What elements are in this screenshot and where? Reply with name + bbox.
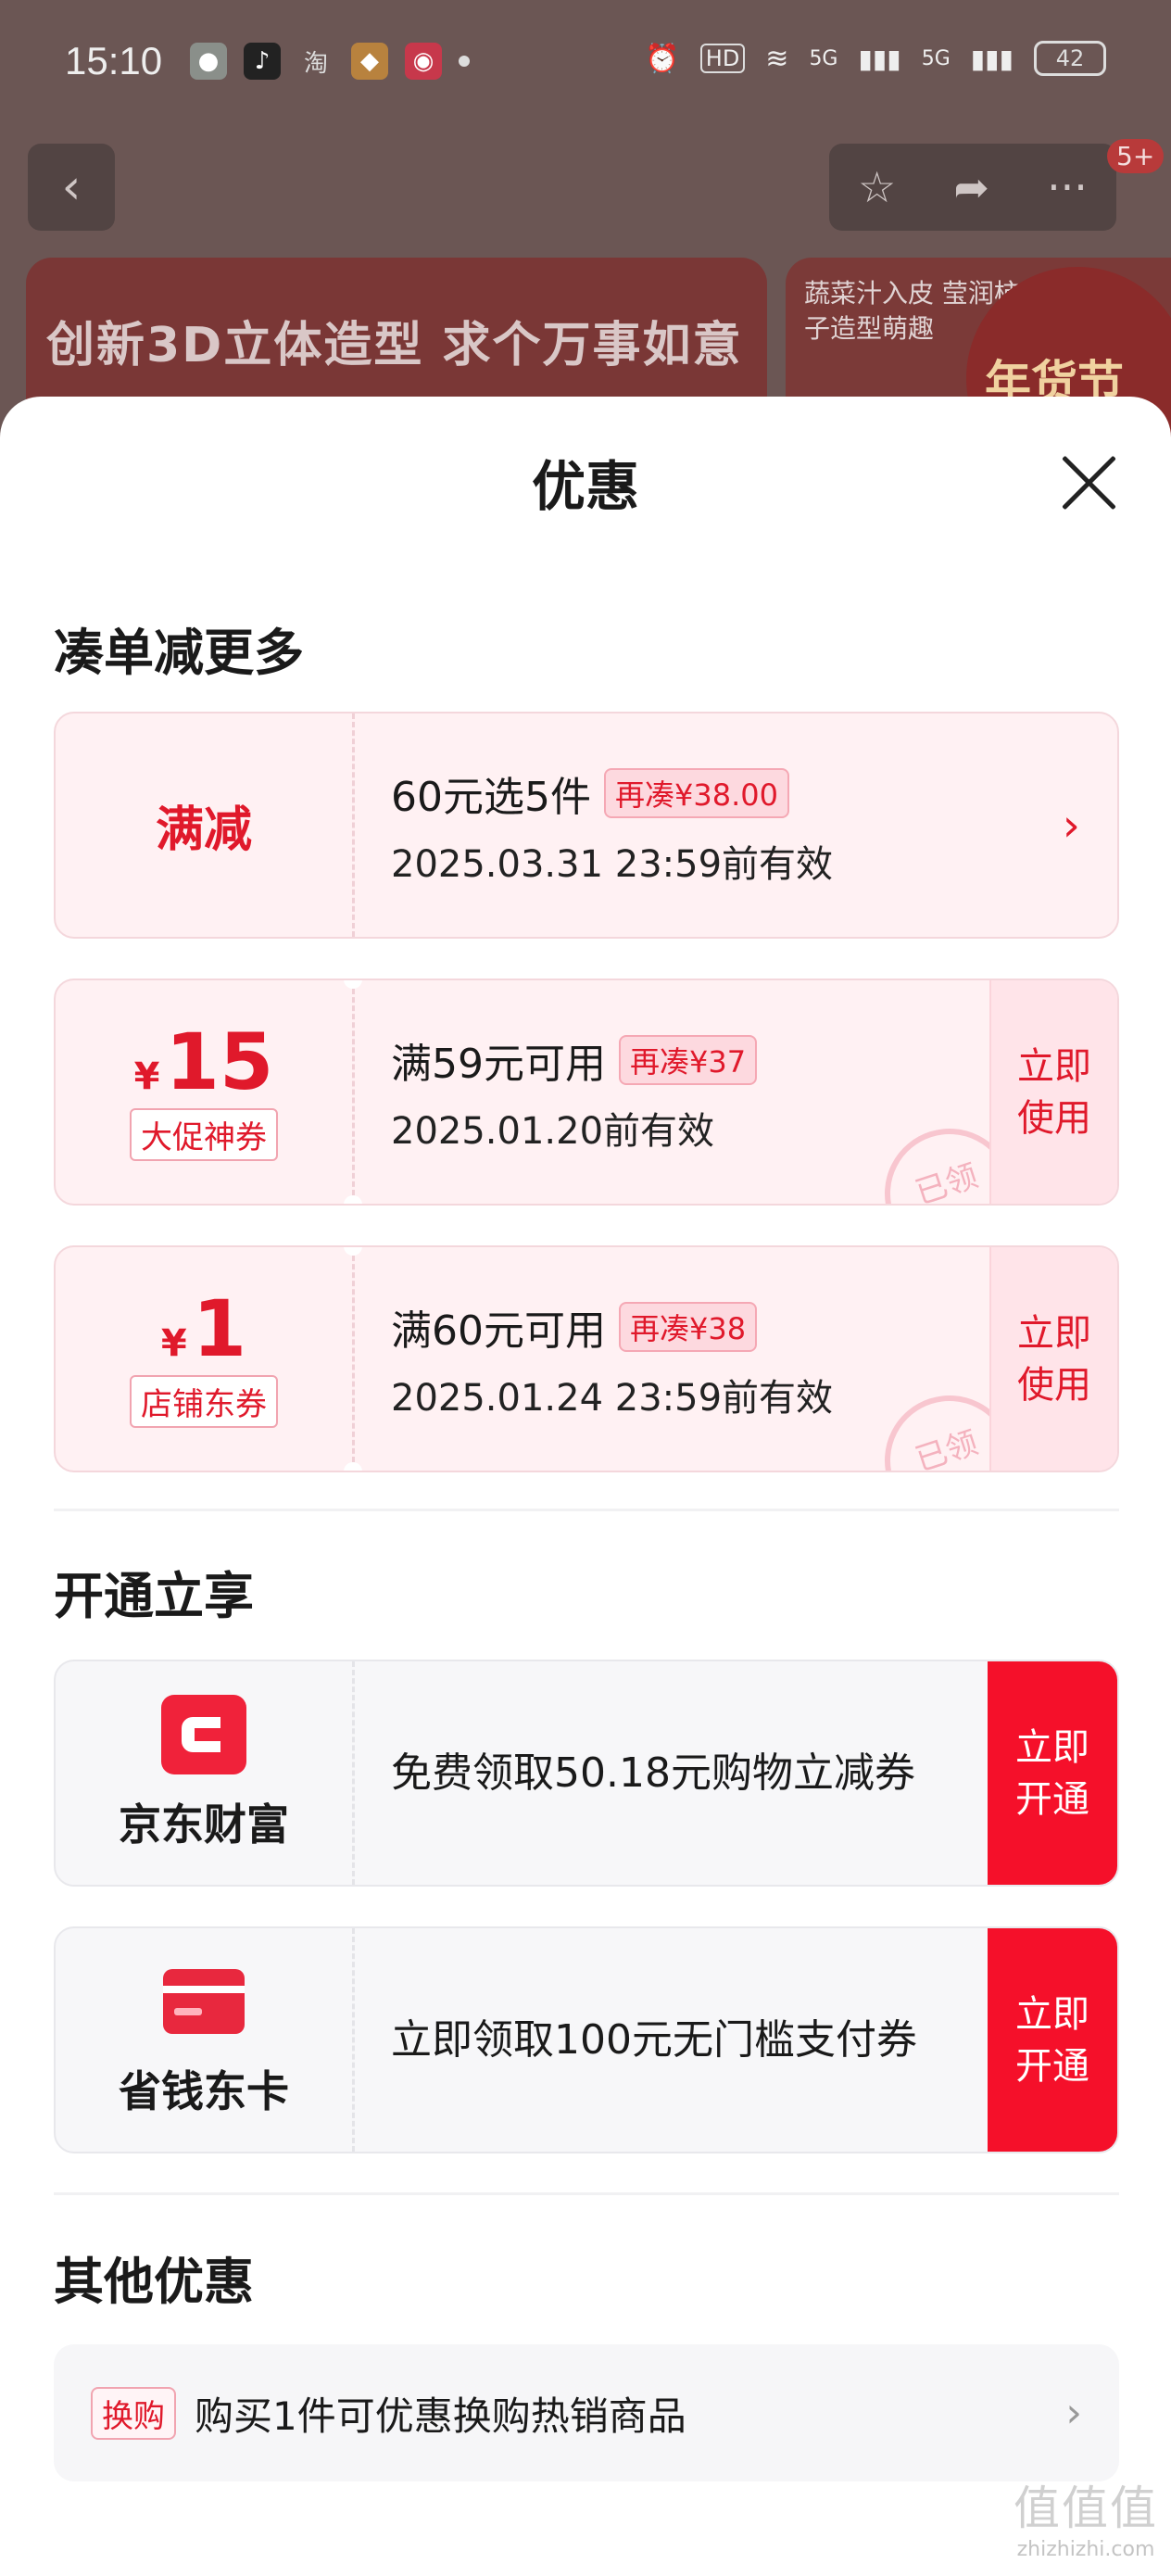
- taobao-icon: 淘: [303, 49, 328, 78]
- close-icon[interactable]: [1056, 450, 1121, 515]
- coupon-condition: 满59元可用: [391, 1040, 606, 1088]
- wifi-icon: ≋: [765, 42, 789, 75]
- more-notifications-dot-icon: [459, 56, 470, 67]
- card-divider: [352, 1247, 355, 1471]
- section-title-other: 其他优惠: [54, 2253, 254, 2311]
- coupon-tag: 再凑¥37: [619, 1034, 758, 1085]
- watermark-url: zhizhizhi.com: [1016, 2538, 1155, 2561]
- service-details: 立即领取100元无门槛支付券: [391, 1928, 947, 2152]
- back-button[interactable]: ‹: [28, 144, 115, 231]
- service-name: 省钱东卡: [119, 2065, 289, 2116]
- service-desc: 免费领取50.18元购物立减券: [391, 1749, 915, 1797]
- coupon-type: 店铺东券: [130, 1375, 278, 1428]
- coupon-type: 大促神券: [130, 1108, 278, 1161]
- alarm-icon: ⏰: [645, 42, 680, 75]
- card-notch: [344, 1195, 362, 1204]
- service-card-saving-card: 省钱东卡 立即领取100元无门槛支付券 立即开通: [54, 1926, 1119, 2153]
- message-badge: 5+: [1107, 139, 1165, 173]
- favorite-star-icon[interactable]: ☆: [858, 162, 896, 212]
- coupon-currency: ¥: [160, 1322, 187, 1365]
- jd-wealth-icon: [161, 1694, 246, 1774]
- section-separator: [54, 2192, 1119, 2195]
- coupon-card: ¥ 15 大促神券 满59元可用 再凑¥37 2025.01.20前有效 已领 …: [54, 979, 1119, 1206]
- service-card-jd-wealth: 京东财富 免费领取50.18元购物立减券 立即开通: [54, 1660, 1119, 1887]
- status-time: 15:10: [65, 39, 163, 82]
- promo-tag: 再凑¥38.00: [603, 767, 789, 818]
- chevron-right-icon: ›: [1062, 799, 1080, 852]
- service-details: 免费领取50.18元购物立减券: [391, 1661, 947, 1885]
- card-divider: [352, 1928, 355, 2152]
- card-divider: [352, 713, 355, 937]
- open-now-button[interactable]: 立即开通: [988, 1928, 1117, 2152]
- promo-label: 满减: [155, 802, 252, 858]
- card-divider: [352, 980, 355, 1204]
- exchange-text: 购买1件可优惠换购热销商品: [195, 2393, 686, 2439]
- more-icon[interactable]: ···: [1047, 162, 1088, 212]
- coupon-validity: 2025.01.20前有效: [391, 1109, 715, 1153]
- exchange-tag: 换购: [91, 2386, 176, 2440]
- section-separator: [54, 1509, 1119, 1511]
- service-desc: 立即领取100元无门槛支付券: [391, 2015, 917, 2064]
- coupon-tag: 再凑¥38: [619, 1301, 758, 1352]
- status-bar: 15:10 ● ♪ 淘 ◆ ◉ ⏰ HD ≋ 5G ▮▮▮ 5G ▮▮▮ 42: [0, 0, 1171, 139]
- credit-card-icon: [161, 1962, 246, 2041]
- coupon-condition: 满60元可用: [391, 1307, 606, 1355]
- share-icon[interactable]: ➦: [953, 162, 989, 212]
- coupon-validity: 2025.01.24 23:59前有效: [391, 1376, 834, 1420]
- section-title-bundle: 凑单减更多: [54, 624, 304, 682]
- coupon-details: 满59元可用 再凑¥37 2025.01.20前有效: [391, 980, 758, 1204]
- coupon-details: 满60元可用 再凑¥38 2025.01.24 23:59前有效: [391, 1247, 833, 1471]
- exchange-purchase-row[interactable]: 换购 购买1件可优惠换购热销商品 ›: [54, 2344, 1119, 2481]
- status-right: ⏰ HD ≋ 5G ▮▮▮ 5G ▮▮▮ 42: [645, 41, 1106, 76]
- coupon-value-area: ¥ 15 大促神券: [56, 980, 352, 1204]
- battery-indicator: 42: [1034, 41, 1106, 76]
- open-now-button[interactable]: 立即开通: [988, 1661, 1117, 1885]
- promo-card-full-reduction[interactable]: 满减 60元选5件 再凑¥38.00 2025.03.31 23:59前有效 ›: [54, 712, 1119, 939]
- coupon-currency: ¥: [133, 1055, 160, 1098]
- chevron-left-icon: ‹: [61, 159, 82, 215]
- signal-5g-1: 5G: [809, 46, 838, 70]
- section-title-open: 开通立享: [54, 1567, 254, 1625]
- coupon-amount: 1: [192, 1283, 247, 1374]
- game-app-icon: ◆: [351, 43, 388, 80]
- hd-indicator: HD: [699, 44, 746, 73]
- discount-sheet: 优惠 凑单减更多 满减 60元选5件 再凑¥38.00 2025.03.31 2…: [0, 397, 1171, 2576]
- status-app-icons: ● ♪ 淘 ◆ ◉: [190, 43, 470, 80]
- promo-details: 60元选5件 再凑¥38.00 2025.03.31 23:59前有效: [391, 713, 833, 937]
- chevron-right-icon: ›: [1065, 2389, 1082, 2437]
- coupon-amount: 15: [165, 1017, 274, 1107]
- card-divider: [352, 1661, 355, 1885]
- banner-text: 创新3D立体造型 求个万事如意: [46, 318, 743, 373]
- use-now-button[interactable]: 立即使用: [989, 1247, 1117, 1471]
- shopping-app-icon: ◉: [405, 43, 442, 80]
- card-notch: [344, 1462, 362, 1471]
- wechat-icon: ●: [190, 43, 227, 80]
- top-actions: ☆ ➦ ···: [829, 144, 1116, 231]
- promo-main: 60元选5件: [391, 773, 591, 821]
- use-now-button[interactable]: 立即使用: [989, 980, 1117, 1204]
- promo-validity: 2025.03.31 23:59前有效: [391, 842, 834, 886]
- service-brand: 省钱东卡: [56, 1928, 352, 2152]
- coupon-card: ¥ 1 店铺东券 满60元可用 再凑¥38 2025.01.24 23:59前有…: [54, 1245, 1119, 1472]
- sheet-title: 优惠: [531, 455, 639, 518]
- watermark-logo: 值值值: [1014, 2481, 1158, 2535]
- promo-label-area: 满减: [56, 713, 352, 937]
- signal-5g-2: 5G: [921, 46, 951, 70]
- signal-bars-icon-1: ▮▮▮: [858, 43, 901, 74]
- tiktok-icon: ♪: [244, 43, 281, 80]
- service-name: 京东财富: [119, 1799, 289, 1850]
- coupon-value-area: ¥ 1 店铺东券: [56, 1247, 352, 1471]
- site-watermark: 值值值 zhizhizhi.com: [1014, 2471, 1158, 2561]
- signal-bars-icon-2: ▮▮▮: [970, 43, 1014, 74]
- service-brand: 京东财富: [56, 1661, 352, 1885]
